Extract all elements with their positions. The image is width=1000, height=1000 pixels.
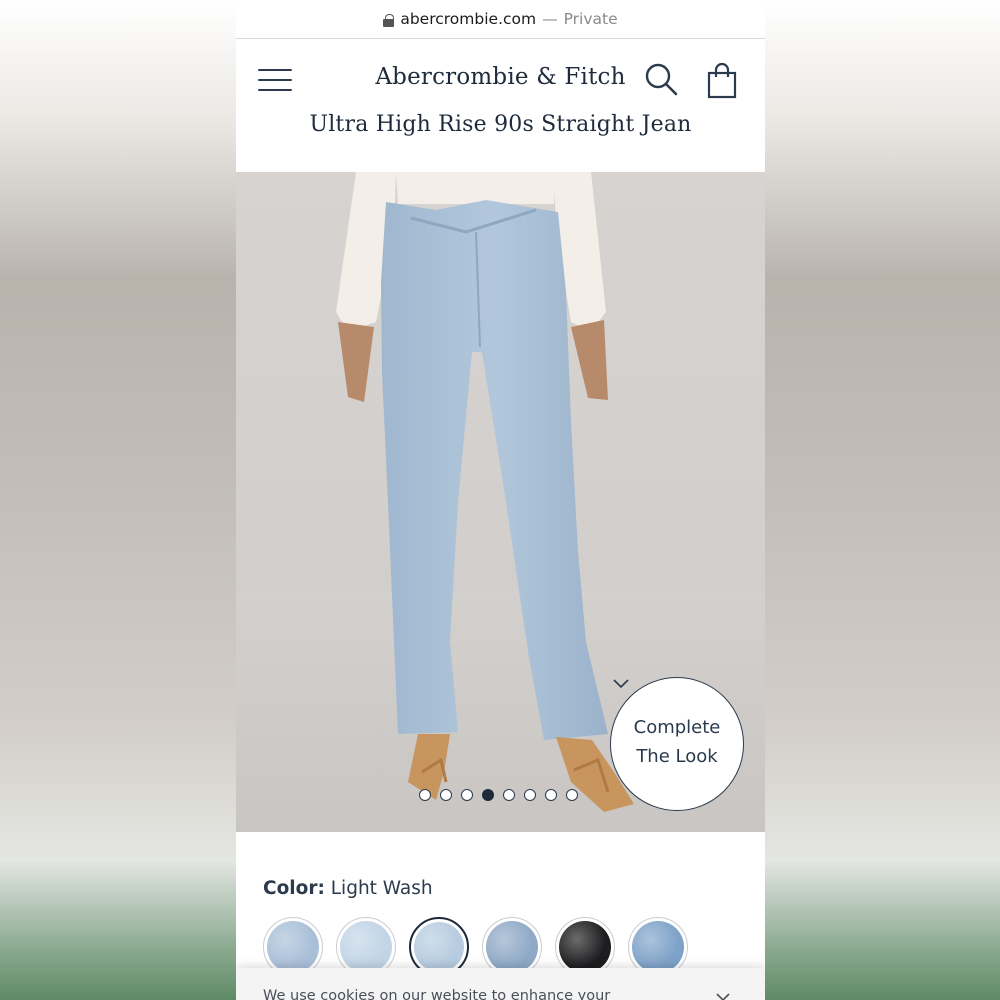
gallery-dot[interactable] <box>524 789 536 801</box>
browser-url-bar[interactable]: abercrombie.com — Private <box>236 0 765 38</box>
gallery-pagination <box>419 789 578 803</box>
url-domain: abercrombie.com <box>400 10 537 28</box>
private-mode-label: Private <box>563 10 618 28</box>
gallery-dot[interactable] <box>545 789 557 801</box>
swatch-fill <box>340 921 392 973</box>
phone-screen: abercrombie.com — Private Abercrombie & … <box>236 0 765 1000</box>
gallery-dot[interactable] <box>419 789 431 801</box>
swatch-fill <box>267 921 319 973</box>
product-title: Ultra High Rise 90s Straight Jean <box>309 112 692 137</box>
gallery-dot[interactable] <box>461 789 473 801</box>
gallery-dot[interactable] <box>440 789 452 801</box>
cookie-banner-text: We use cookies on our website to enhance… <box>263 988 611 1000</box>
product-image[interactable]: Complete The Look <box>236 172 765 832</box>
search-icon[interactable] <box>644 62 680 98</box>
shopping-bag-icon[interactable] <box>704 62 740 100</box>
gallery-dot[interactable] <box>503 789 515 801</box>
swatch-fill <box>414 922 464 972</box>
color-value: Light Wash <box>330 878 433 899</box>
gallery-dot[interactable] <box>482 789 494 801</box>
complete-look-line2: The Look <box>636 746 718 767</box>
swatch-fill <box>559 921 611 973</box>
color-label: Color: <box>263 878 325 899</box>
complete-look-line1: Complete <box>633 717 721 738</box>
swatch-fill <box>632 921 684 973</box>
color-selector-label: Color: Light Wash <box>263 878 433 899</box>
site-header: Abercrombie & Fitch <box>236 44 765 118</box>
lock-icon <box>383 13 395 27</box>
complete-the-look-button[interactable]: Complete The Look <box>610 677 744 811</box>
close-icon[interactable] <box>715 992 731 1000</box>
url-separator: — <box>542 10 558 28</box>
brand-logo[interactable]: Abercrombie & Fitch <box>236 64 765 90</box>
cookie-banner: We use cookies on our website to enhance… <box>236 968 765 1000</box>
gallery-dot[interactable] <box>566 789 578 801</box>
swatch-fill <box>486 921 538 973</box>
